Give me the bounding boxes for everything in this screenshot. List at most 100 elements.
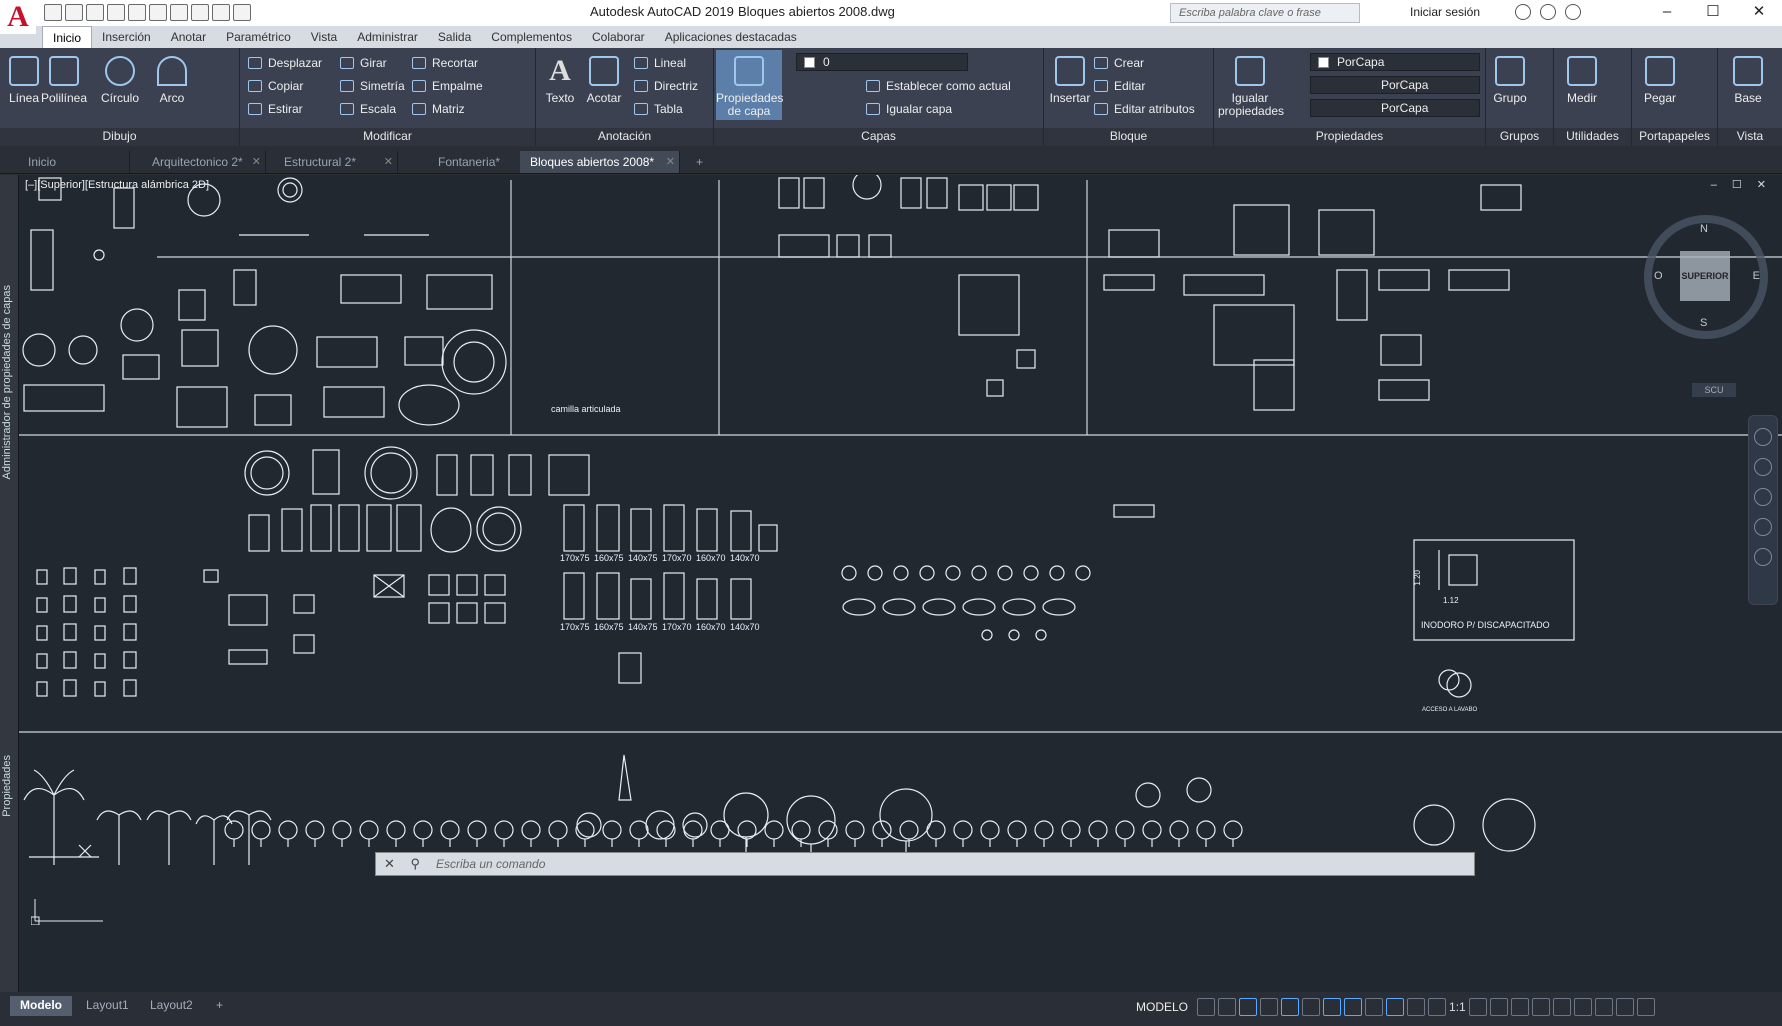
copiar-button[interactable]: Copiar [246,77,303,95]
viewcube-north[interactable]: N [1700,223,1708,235]
panel-label-dibujo[interactable]: Dibujo [0,128,239,146]
simetria-button[interactable]: Simetría [338,77,405,95]
color-dropdown[interactable]: PorCapa [1310,53,1480,71]
desplazar-button[interactable]: Desplazar [246,54,322,72]
empalme-button[interactable]: Empalme [410,77,483,95]
clean-screen-icon[interactable] [1615,998,1634,1016]
lock-ui-icon[interactable] [1552,998,1571,1016]
tab-aplicaciones[interactable]: Aplicaciones destacadas [655,26,807,48]
tab-layout1[interactable]: Layout1 [76,996,139,1016]
save-icon[interactable] [86,4,104,21]
polilinea-button[interactable]: Polilínea [40,56,88,105]
panel-label-utilidades[interactable]: Utilidades [1554,128,1631,146]
properties-palette-label[interactable]: Propiedades [1,755,13,817]
viewcube-south[interactable]: S [1700,317,1707,329]
close-tab-icon[interactable]: ✕ [384,155,393,168]
insertar-button[interactable]: Insertar [1046,56,1094,105]
add-layout-button[interactable]: + [206,996,233,1016]
tab-inicio[interactable]: Inicio [42,26,93,48]
lineweight-dropdown[interactable]: PorCapa [1310,99,1480,117]
base-button[interactable]: Base [1724,56,1772,105]
linetype-dropdown[interactable]: PorCapa [1310,76,1480,94]
customization-menu-icon[interactable] [1636,998,1655,1016]
crear-bloque-button[interactable]: Crear [1092,54,1144,72]
close-button[interactable]: ✕ [1736,0,1782,26]
units-icon[interactable] [1510,998,1529,1016]
object-snap-tracking-icon[interactable] [1323,998,1342,1016]
panel-label-bloque[interactable]: Bloque [1044,128,1213,146]
isolate-objects-icon[interactable] [1573,998,1592,1016]
circulo-button[interactable]: Círculo [96,56,144,105]
a360-icon[interactable] [1540,4,1556,20]
redo-icon[interactable] [212,4,230,21]
new-tab-button[interactable]: + [686,151,710,173]
propiedades-capa-button[interactable]: Propiedades de capa [716,50,783,120]
tab-modelo[interactable]: Modelo [10,996,72,1016]
editar-bloque-button[interactable]: Editar [1092,77,1145,95]
object-snap-icon[interactable] [1344,998,1363,1016]
panel-label-anotacion[interactable]: Anotación [536,128,713,146]
isodraft-icon[interactable] [1302,998,1321,1016]
autocad-logo-icon[interactable]: A [0,0,36,34]
doc-tab-arquitectonico[interactable]: Arquitectonico 2* ✕ [142,151,266,173]
tabla-button[interactable]: Tabla [632,100,683,118]
ortho-icon[interactable] [1260,998,1279,1016]
lineal-button[interactable]: Lineal [632,54,686,72]
establecer-actual-button[interactable]: Establecer como actual [864,77,1011,95]
viewcube-east[interactable]: E [1753,270,1760,282]
doc-tab-estructural[interactable]: Estructural 2* ✕ [274,151,398,173]
save-as-icon[interactable] [107,4,125,21]
annotation-scale-icon[interactable] [1428,998,1447,1016]
zoom-icon[interactable] [1754,488,1772,506]
tab-administrar[interactable]: Administrar [347,26,428,48]
igualar-propiedades-button[interactable]: Igualar propiedades [1218,56,1284,118]
pan-icon[interactable] [1754,458,1772,476]
tab-insercion[interactable]: Inserción [92,26,161,48]
annotation-monitor-icon[interactable] [1489,998,1508,1016]
estirar-button[interactable]: Estirar [246,100,303,118]
open-file-icon[interactable] [65,4,83,21]
tab-parametrico[interactable]: Paramétrico [216,26,301,48]
close-tab-icon[interactable]: ✕ [666,155,675,168]
igualar-capa-button[interactable]: Igualar capa [864,100,952,118]
command-line[interactable]: ✕ ⚲ Escriba un comando [375,852,1475,876]
open-web-icon[interactable] [128,4,146,21]
panel-label-vista[interactable]: Vista [1718,128,1782,146]
panel-label-capas[interactable]: Capas [714,128,1043,146]
close-tab-icon[interactable]: ✕ [252,155,261,168]
tab-layout2[interactable]: Layout2 [140,996,203,1016]
texto-button[interactable]: A Texto [536,56,584,105]
pegar-button[interactable]: Pegar [1636,56,1684,105]
grid-icon[interactable] [1197,998,1216,1016]
maximize-button[interactable]: ☐ [1690,0,1736,26]
layer-dropdown[interactable]: 0 [796,53,968,71]
steering-wheel-icon[interactable] [1754,428,1772,446]
sign-in-button[interactable]: Iniciar sesión [1410,5,1480,19]
editar-atributos-button[interactable]: Editar atributos [1092,100,1195,118]
search-input[interactable]: Escriba palabra clave o frase [1170,3,1360,23]
layer-manager-palette-label[interactable]: Administrador de propiedades de capas [1,285,13,479]
command-input[interactable]: Escriba un comando [436,857,545,871]
panel-label-propiedades[interactable]: Propiedades [1214,128,1485,146]
panel-label-modificar[interactable]: Modificar [240,128,535,146]
girar-button[interactable]: Girar [338,54,387,72]
tab-vista[interactable]: Vista [301,26,347,48]
lineweight-icon[interactable] [1365,998,1384,1016]
infer-constraints-icon[interactable] [1239,998,1258,1016]
doc-tab-inicio[interactable]: Inicio [18,151,130,173]
snap-icon[interactable] [1218,998,1237,1016]
escala-button[interactable]: Escala [338,100,396,118]
viewcube-top-face[interactable]: SUPERIOR [1680,251,1730,301]
qat-dropdown-icon[interactable] [233,4,251,21]
doc-tab-bloques[interactable]: Bloques abiertos 2008* ✕ [520,151,680,173]
hardware-acceleration-icon[interactable] [1594,998,1613,1016]
matriz-button[interactable]: Matriz [410,100,465,118]
auto-scale-icon[interactable] [1407,998,1426,1016]
workspace-gear-icon[interactable] [1468,998,1487,1016]
annotation-visibility-icon[interactable] [1386,998,1405,1016]
help-icon[interactable] [1565,4,1581,20]
acotar-button[interactable]: Acotar [580,56,628,105]
panel-label-portapapeles[interactable]: Portapapeles [1632,128,1717,146]
medir-button[interactable]: Medir [1558,56,1606,105]
model-space-button[interactable]: MODELO [1130,998,1194,1016]
